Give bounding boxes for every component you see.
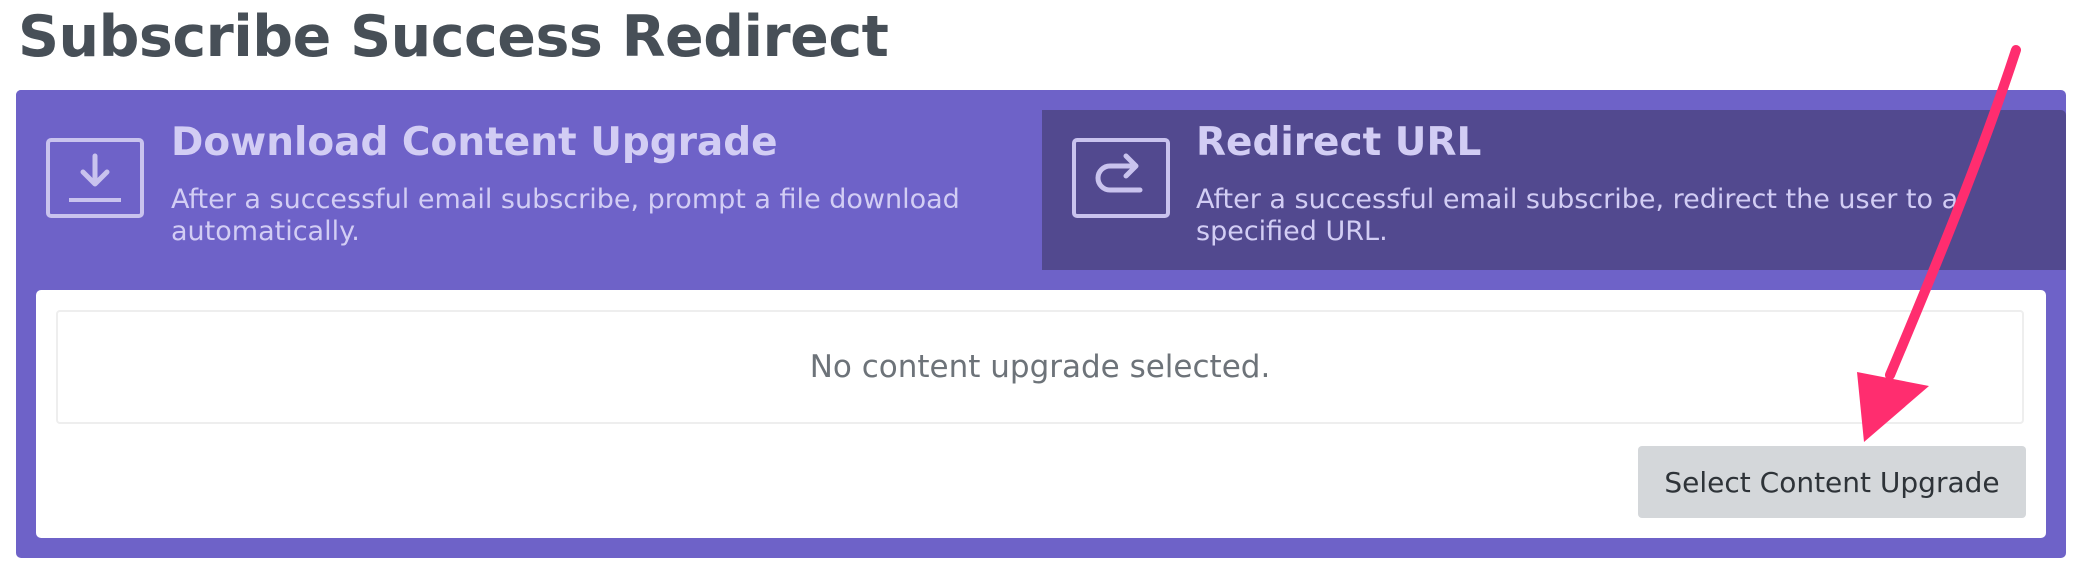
tab-title: Redirect URL xyxy=(1196,120,1482,165)
page: Subscribe Success Redirect Download Cont… xyxy=(0,0,2082,584)
select-content-upgrade-button[interactable]: Select Content Upgrade xyxy=(1638,446,2026,518)
tab-description: After a successful email subscribe, redi… xyxy=(1196,184,1959,247)
empty-state-message: No content upgrade selected. xyxy=(809,349,1271,385)
download-icon xyxy=(46,138,144,218)
page-title: Subscribe Success Redirect xyxy=(18,4,889,70)
tab-description: After a successful email subscribe, prom… xyxy=(171,184,960,247)
tab-title: Download Content Upgrade xyxy=(171,120,778,165)
tab-download-content-upgrade[interactable]: Download Content Upgrade After a success… xyxy=(16,90,1042,272)
empty-state-box: No content upgrade selected. xyxy=(56,310,2024,424)
tab-redirect-url[interactable]: Redirect URL After a successful email su… xyxy=(1042,110,2066,270)
redirect-icon xyxy=(1072,138,1170,218)
content-card: No content upgrade selected. Select Cont… xyxy=(36,290,2046,538)
